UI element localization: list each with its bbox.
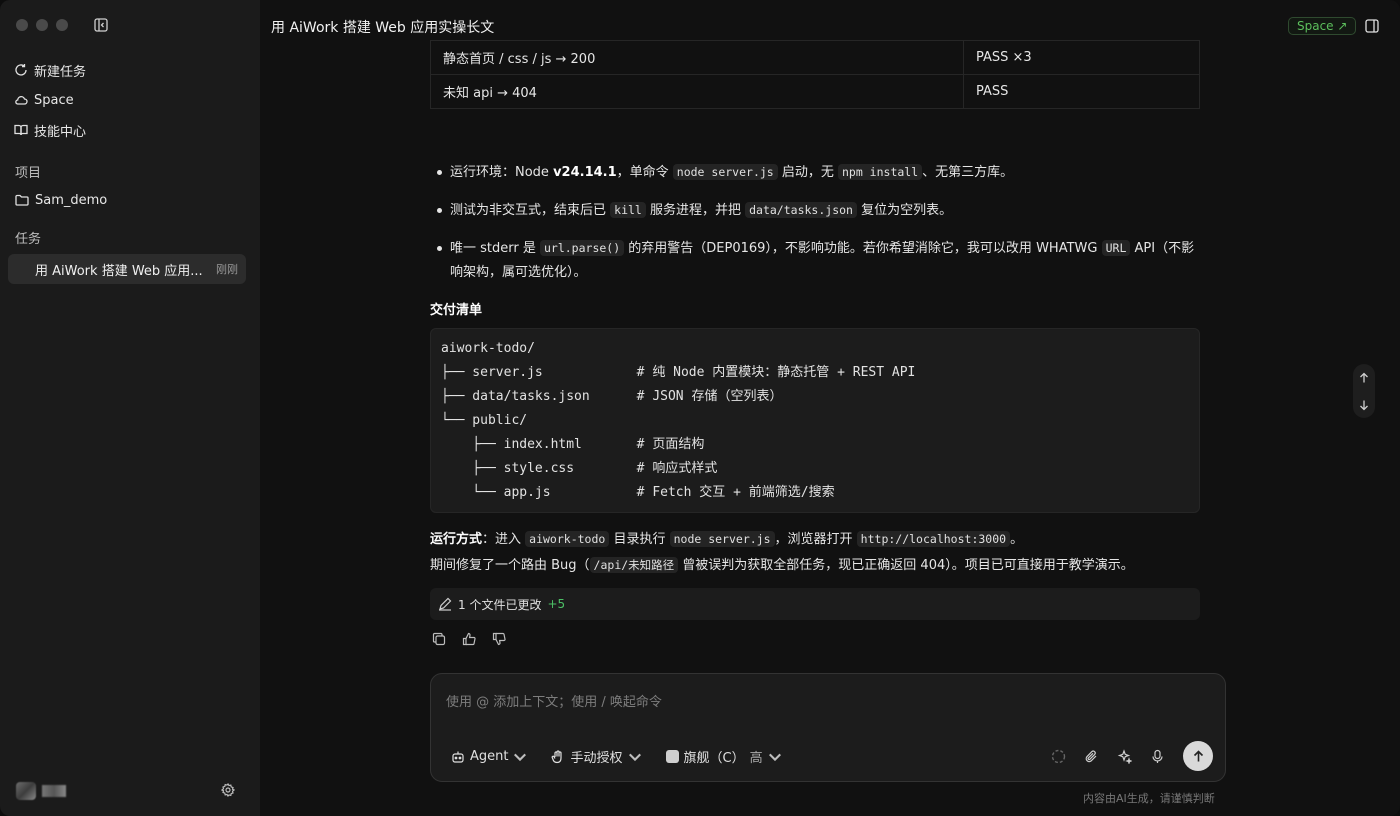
agent-mode-label: Agent bbox=[470, 749, 509, 764]
refresh-plus-icon bbox=[15, 64, 27, 76]
files-changed-label: 1 个文件已更改 bbox=[458, 597, 542, 612]
model-level-label: 高 bbox=[749, 751, 763, 766]
scroll-navigator bbox=[1353, 364, 1375, 418]
message-actions bbox=[432, 632, 506, 646]
side-panel-toggle-icon[interactable] bbox=[1365, 19, 1379, 33]
send-button[interactable] bbox=[1183, 741, 1213, 771]
inline-code: kill bbox=[610, 202, 646, 218]
composer-actions bbox=[1051, 741, 1213, 771]
inline-code: /api/未知路径 bbox=[589, 557, 679, 573]
deliverables-heading: 交付清单 bbox=[430, 303, 483, 318]
robot-icon bbox=[452, 751, 464, 763]
inline-code: aiwork-todo bbox=[525, 531, 610, 547]
pencil-icon bbox=[439, 597, 452, 611]
sidebar-item-space[interactable]: Space bbox=[14, 90, 74, 110]
authorization-label: 手动授权 bbox=[570, 751, 623, 766]
chevron-down-icon bbox=[768, 753, 781, 761]
task-title: 用 AiWork 搭建 Web 应用... bbox=[35, 263, 203, 279]
lines-added-count: +5 bbox=[547, 597, 566, 611]
message-composer[interactable]: 使用 @ 添加上下文；使用 / 唤起命令 Agent 手动授权 旗舰（C） 高 bbox=[430, 673, 1226, 782]
table-cell: 未知 api → 404 bbox=[430, 74, 964, 109]
authorization-dropdown[interactable]: 手动授权 bbox=[551, 747, 641, 766]
task-item-active[interactable]: 用 AiWork 搭建 Web 应用... 刚刚 bbox=[8, 254, 246, 284]
copy-icon[interactable] bbox=[432, 632, 446, 646]
inline-code: node server.js bbox=[672, 164, 778, 180]
loading-spinner-icon bbox=[1051, 749, 1066, 763]
avatar bbox=[16, 782, 36, 800]
table-cell: PASS ×3 bbox=[963, 40, 1200, 75]
sidebar-item-label: 技能中心 bbox=[34, 124, 87, 140]
thumbs-up-icon[interactable] bbox=[462, 632, 476, 646]
project-label: Sam_demo bbox=[35, 192, 108, 208]
arrow-down-icon[interactable] bbox=[1358, 399, 1370, 411]
inline-code: http://localhost:3000 bbox=[856, 531, 1011, 547]
list-item: 运行环境：Node v24.14.1，单命令 node server.js 启动… bbox=[437, 160, 1197, 185]
gear-icon[interactable] bbox=[221, 783, 235, 797]
test-results-table: 静态首页 / css / js → 200 PASS ×3 未知 api → 4… bbox=[430, 40, 1200, 109]
composer-input[interactable]: 使用 @ 添加上下文；使用 / 唤起命令 bbox=[446, 691, 662, 710]
bugfix-note: 期间修复了一个路由 Bug（/api/未知路径 曾被误判为获取全部任务，现已正确… bbox=[430, 557, 1134, 573]
thumbs-down-icon[interactable] bbox=[492, 632, 506, 646]
table-cell: PASS bbox=[963, 74, 1200, 109]
inline-code: node server.js bbox=[669, 531, 775, 547]
sidebar-item-skills[interactable]: 技能中心 bbox=[14, 120, 86, 140]
inline-code: URL bbox=[1101, 240, 1131, 256]
model-dropdown[interactable]: 旗舰（C） 高 bbox=[665, 747, 782, 766]
app-window: 新建任务 Space 技能中心 项目 Sam_demo 任务 用 AiWork … bbox=[0, 0, 1400, 816]
tasks-section-label: 任务 bbox=[15, 232, 42, 247]
run-instructions: 运行方式：进入 aiwork-todo 目录执行 node server.js，… bbox=[430, 531, 1024, 547]
space-badge-button[interactable]: Space ↗ bbox=[1288, 17, 1357, 35]
maximize-window-button[interactable] bbox=[56, 19, 68, 31]
inline-code: url.parse() bbox=[539, 240, 625, 256]
window-controls bbox=[16, 19, 68, 31]
file-tree-text: aiwork-todo/ ├── server.js # 纯 Node 内置模块… bbox=[441, 341, 916, 500]
close-window-button[interactable] bbox=[16, 19, 28, 31]
file-tree-code-block[interactable]: aiwork-todo/ ├── server.js # 纯 Node 内置模块… bbox=[430, 328, 1200, 513]
minimize-window-button[interactable] bbox=[36, 19, 48, 31]
agent-mode-dropdown[interactable]: Agent bbox=[451, 749, 527, 764]
cloud-icon bbox=[15, 96, 28, 105]
sidebar: 新建任务 Space 技能中心 项目 Sam_demo 任务 用 AiWork … bbox=[0, 0, 260, 816]
notes-list: 运行环境：Node v24.14.1，单命令 node server.js 启动… bbox=[437, 160, 1197, 298]
sidebar-item-new-task[interactable]: 新建任务 bbox=[14, 60, 86, 80]
list-item: 测试为非交互式，结束后已 kill 服务进程，并把 data/tasks.jso… bbox=[437, 198, 1197, 223]
task-time: 刚刚 bbox=[216, 263, 238, 276]
projects-section-label: 项目 bbox=[15, 166, 42, 181]
ai-disclaimer: 内容由AI生成，请谨慎判断 bbox=[1083, 792, 1215, 805]
inline-code: data/tasks.json bbox=[745, 202, 857, 218]
inline-code: npm install bbox=[837, 164, 923, 180]
arrow-up-icon[interactable] bbox=[1358, 372, 1370, 384]
files-changed-bar[interactable]: 1 个文件已更改 +5 bbox=[430, 588, 1200, 620]
hand-icon bbox=[552, 749, 563, 763]
sidebar-item-label: 新建任务 bbox=[34, 64, 87, 80]
folder-icon bbox=[15, 194, 29, 206]
table-row: 未知 api → 404 PASS bbox=[430, 74, 1200, 109]
table-row: 静态首页 / css / js → 200 PASS ×3 bbox=[430, 40, 1200, 75]
model-label: 旗舰（C） bbox=[683, 751, 745, 766]
table-cell: 静态首页 / css / js → 200 bbox=[430, 40, 964, 75]
sidebar-item-label: Space bbox=[34, 92, 74, 108]
chevron-down-icon bbox=[514, 753, 527, 761]
book-icon bbox=[14, 124, 28, 136]
sidebar-collapse-icon[interactable] bbox=[94, 18, 108, 32]
composer-toolbar: Agent 手动授权 旗舰（C） 高 bbox=[451, 747, 782, 766]
arrow-up-icon bbox=[1193, 749, 1203, 761]
user-name-blurred bbox=[42, 785, 66, 797]
model-logo-icon bbox=[665, 750, 679, 763]
sparkle-icon[interactable] bbox=[1117, 748, 1132, 764]
paperclip-icon[interactable] bbox=[1084, 749, 1099, 764]
list-item: 唯一 stderr 是 url.parse() 的弃用警告（DEP0169），不… bbox=[437, 236, 1197, 285]
page-title: 用 AiWork 搭建 Web 应用实操长文 bbox=[271, 20, 495, 36]
user-profile[interactable] bbox=[16, 782, 66, 800]
chevron-down-icon bbox=[628, 753, 641, 761]
microphone-icon[interactable] bbox=[1150, 749, 1165, 764]
project-item-sam-demo[interactable]: Sam_demo bbox=[15, 190, 107, 210]
